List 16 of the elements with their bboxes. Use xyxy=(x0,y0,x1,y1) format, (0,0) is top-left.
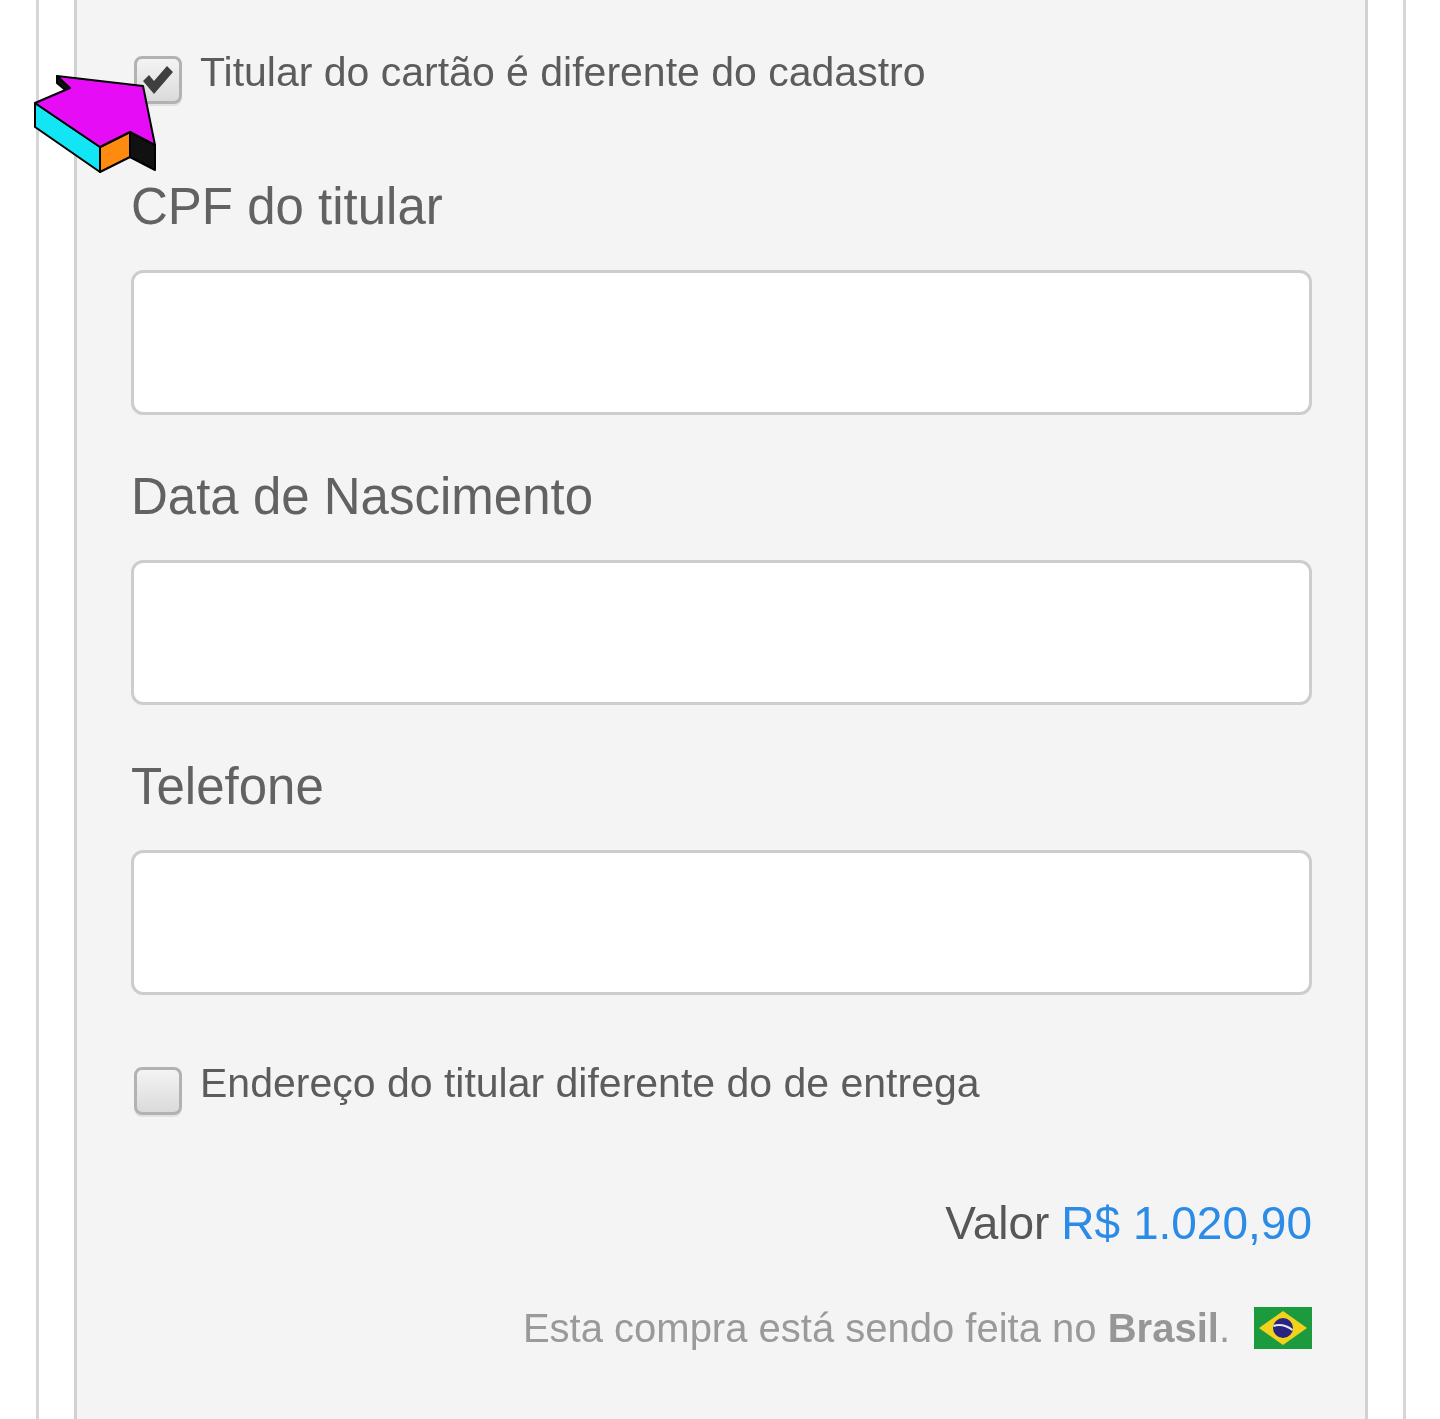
total-label: Valor xyxy=(945,1196,1050,1252)
flag-icon xyxy=(1254,1307,1312,1350)
arrow-icon xyxy=(33,74,157,174)
field-label: Data de Nascimento xyxy=(131,467,594,528)
total-amount: R$ 1.020,90 xyxy=(1061,1196,1312,1252)
input-field[interactable] xyxy=(131,850,1312,996)
checkmark-icon xyxy=(142,65,174,94)
checkbox[interactable] xyxy=(134,1066,182,1115)
field-label: CPF do titular xyxy=(131,177,443,238)
input-field[interactable] xyxy=(131,560,1312,706)
field-label: Telefone xyxy=(131,757,324,818)
checkbox[interactable] xyxy=(134,55,182,104)
country-note: Esta compra está sendo feita no Brasil. xyxy=(522,1305,1230,1353)
checkbox-label: Titular do cartão é diferente do cadastro xyxy=(200,48,926,97)
checkbox-label: Endereço do titular diferente do de entrega xyxy=(200,1059,980,1109)
input-field[interactable] xyxy=(131,270,1312,416)
